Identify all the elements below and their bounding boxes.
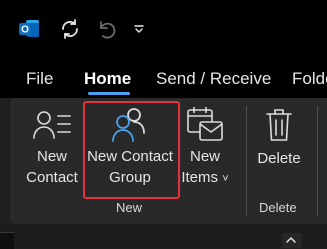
svg-text:O: O bbox=[21, 25, 29, 36]
new-contact-button[interactable]: New Contact bbox=[22, 104, 82, 199]
tab-home[interactable]: Home bbox=[84, 68, 131, 90]
calendar-mail-icon bbox=[180, 104, 230, 146]
ribbon-bottom-strip bbox=[0, 224, 327, 248]
contact-card-icon bbox=[22, 104, 82, 146]
active-tab-indicator bbox=[88, 92, 130, 95]
new-contact-label-line1: New bbox=[36, 148, 67, 165]
new-contact-label-line2: Contact bbox=[26, 169, 78, 186]
pane-edge bbox=[0, 232, 14, 249]
new-items-button[interactable]: New Items ˅ bbox=[180, 104, 230, 199]
new-items-label-line2: Items ˅ bbox=[180, 167, 230, 190]
group-label-new: New bbox=[116, 200, 143, 215]
customize-quick-access-icon[interactable] bbox=[128, 14, 150, 44]
ribbon-tabs: File Home Send / Receive Folde bbox=[0, 58, 327, 98]
outlook-app-icon[interactable]: O bbox=[14, 14, 44, 44]
new-items-dropdown-arrow: ˅ bbox=[222, 173, 229, 185]
group-divider bbox=[317, 106, 318, 216]
new-items-label-line1: New bbox=[189, 148, 220, 165]
tab-send-receive[interactable]: Send / Receive bbox=[156, 68, 271, 90]
highlight-box bbox=[83, 101, 180, 199]
tab-folder[interactable]: Folde bbox=[292, 68, 327, 90]
delete-label: Delete bbox=[257, 150, 301, 167]
tab-file[interactable]: File bbox=[26, 68, 53, 90]
chevron-up-icon bbox=[286, 236, 296, 243]
delete-button[interactable]: Delete bbox=[254, 104, 304, 199]
group-divider bbox=[246, 106, 247, 216]
trash-icon bbox=[254, 104, 304, 146]
undo-icon[interactable] bbox=[92, 14, 120, 44]
title-bar: O bbox=[0, 0, 327, 58]
sync-icon[interactable] bbox=[56, 14, 84, 44]
new-items-label-text: Items bbox=[181, 169, 219, 186]
group-label-delete: Delete bbox=[259, 200, 297, 215]
